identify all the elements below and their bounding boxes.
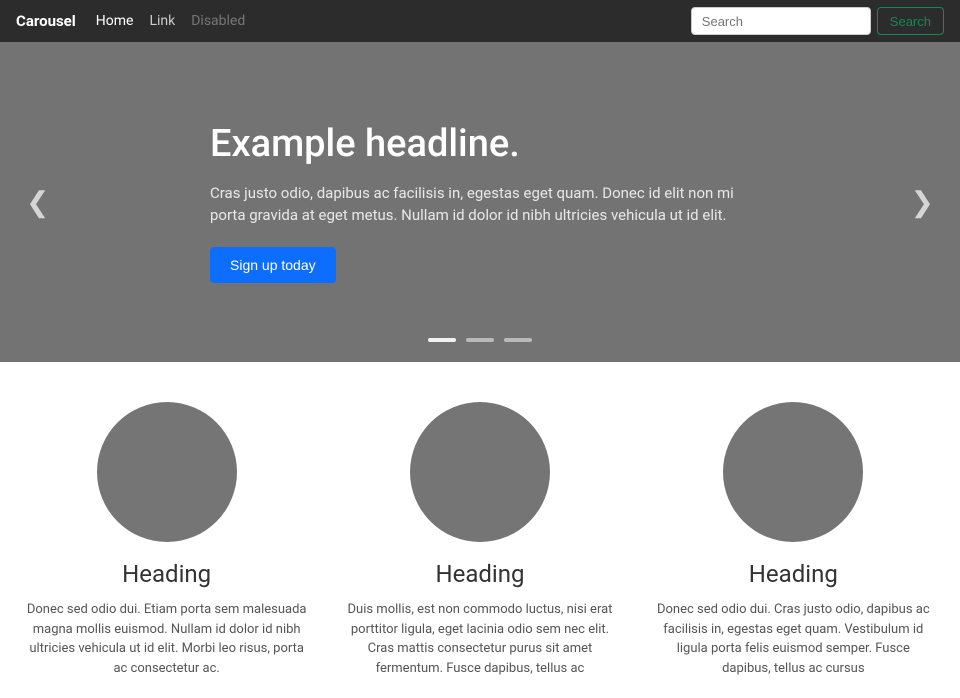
navbar-search: Search [691, 7, 944, 35]
carousel-text: Cras justo odio, dapibus ac facilisis in… [210, 182, 750, 227]
carousel-indicator-2[interactable] [466, 338, 494, 342]
card-3-heading: Heading [749, 560, 838, 588]
carousel-next-button[interactable]: ❯ [901, 176, 944, 229]
card-2-image [410, 402, 550, 542]
nav-link-home[interactable]: Home [96, 13, 134, 29]
nav-link-disabled: Disabled [191, 13, 245, 29]
carousel: ❮ Example headline. Cras justo odio, dap… [0, 42, 960, 362]
nav-links: Home Link Disabled [96, 13, 691, 29]
card-1-text: Donec sed odio dui. Etiam porta sem male… [27, 600, 307, 678]
navbar: Carousel Home Link Disabled Search [0, 0, 960, 42]
card-1-image [97, 402, 237, 542]
card-1: Heading Donec sed odio dui. Etiam porta … [27, 402, 307, 678]
search-input[interactable] [691, 7, 871, 35]
carousel-content: Example headline. Cras justo odio, dapib… [130, 122, 830, 283]
card-2-heading: Heading [435, 560, 524, 588]
card-2-text: Duis mollis, est non commodo luctus, nis… [340, 600, 620, 678]
content-section: Heading Donec sed odio dui. Etiam porta … [0, 362, 960, 698]
card-1-heading: Heading [122, 560, 211, 588]
search-button[interactable]: Search [877, 7, 944, 35]
card-3-image [723, 402, 863, 542]
card-3: Heading Donec sed odio dui. Cras justo o… [653, 402, 933, 678]
nav-link-link[interactable]: Link [149, 13, 175, 29]
carousel-signup-button[interactable]: Sign up today [210, 247, 336, 283]
navbar-brand[interactable]: Carousel [16, 12, 76, 30]
carousel-indicator-3[interactable] [504, 338, 532, 342]
carousel-indicator-1[interactable] [428, 338, 456, 342]
carousel-indicators [428, 338, 532, 342]
card-2: Heading Duis mollis, est non commodo luc… [340, 402, 620, 678]
card-3-text: Donec sed odio dui. Cras justo odio, dap… [653, 600, 933, 678]
carousel-prev-button[interactable]: ❮ [16, 176, 59, 229]
carousel-headline: Example headline. [210, 122, 750, 166]
